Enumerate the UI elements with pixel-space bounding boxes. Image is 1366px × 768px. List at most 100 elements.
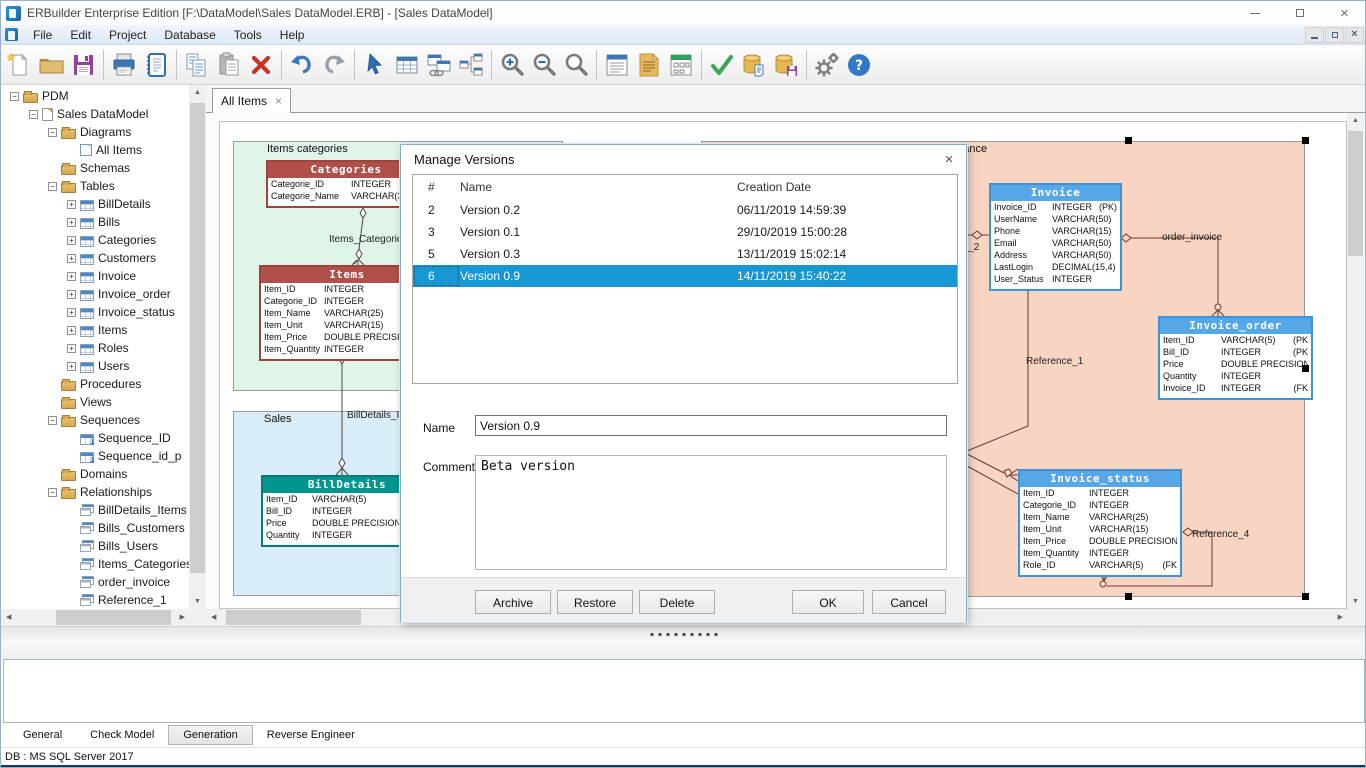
tree-item-billdetails-items[interactable]: BillDetails_Items (1, 501, 189, 519)
restore-button[interactable]: Restore (557, 590, 633, 614)
expand-icon[interactable]: + (67, 236, 76, 245)
add-table-button[interactable] (391, 48, 423, 82)
scroll-right-icon[interactable]: ▶ (180, 614, 185, 621)
tree-item-schemas[interactable]: Schemas (1, 159, 189, 177)
resize-handle[interactable] (1302, 365, 1309, 372)
save-model-button[interactable] (67, 48, 99, 82)
relationship-label-reference-4[interactable]: Reference_4 (1192, 529, 1249, 540)
tree-item-procedures[interactable]: Procedures (1, 375, 189, 393)
tab-all-items[interactable]: All Items × (212, 88, 291, 113)
scroll-up-icon[interactable]: ▲ (194, 89, 201, 96)
tree-item-roles[interactable]: +Roles (1, 339, 189, 357)
paste-button[interactable] (213, 48, 245, 82)
print-preview-button[interactable] (140, 48, 172, 82)
version-row-version-0-9[interactable]: 6Version 0.914/11/2019 15:40:22 (413, 265, 957, 287)
resize-handle[interactable] (1302, 137, 1309, 144)
splitter-handle[interactable] (1, 626, 1366, 659)
menu-tools[interactable]: Tools (225, 25, 271, 44)
bottom-tab-check-model[interactable]: Check Model (76, 726, 168, 744)
collapse-icon[interactable]: − (48, 488, 57, 497)
collapse-icon[interactable]: − (48, 182, 57, 191)
archive-button[interactable]: Archive (475, 590, 551, 614)
expand-icon[interactable]: + (67, 254, 76, 263)
resize-handle[interactable] (1125, 593, 1132, 600)
expand-icon[interactable]: + (67, 290, 76, 299)
version-row-version-0-3[interactable]: 5Version 0.313/11/2019 15:02:14 (413, 243, 957, 265)
tree-item-domains[interactable]: Domains (1, 465, 189, 483)
tree-item-sequence-id[interactable]: Sequence_ID (1, 429, 189, 447)
zoom-in-button[interactable] (496, 48, 528, 82)
mdi-restore-icon[interactable] (1325, 27, 1344, 43)
entity-invoice-status[interactable]: Invoice_statusItem_IDINTEGERCategorie_ID… (1018, 469, 1182, 577)
model-report-button[interactable] (633, 48, 665, 82)
tree-item-tables[interactable]: −Tables (1, 177, 189, 195)
generate-script-button[interactable] (738, 48, 770, 82)
menu-database[interactable]: Database (155, 25, 224, 44)
menu-edit[interactable]: Edit (61, 25, 100, 44)
dialog-title-bar[interactable]: Manage Versions × (401, 145, 966, 174)
bottom-tab-general[interactable]: General (9, 726, 76, 744)
column-header-date[interactable]: Creation Date (737, 180, 957, 194)
version-row-version-0-1[interactable]: 3Version 0.129/10/2019 15:00:28 (413, 221, 957, 243)
collapse-icon[interactable]: − (10, 92, 19, 101)
expand-icon[interactable]: + (67, 218, 76, 227)
scroll-left-icon[interactable]: ◀ (6, 614, 11, 621)
column-header-name[interactable]: Name (460, 180, 737, 194)
relationship-label-order-invoice[interactable]: order_invoice (1162, 232, 1222, 243)
redo-button[interactable] (318, 48, 350, 82)
version-row-version-0-2[interactable]: 2Version 0.206/11/2019 14:59:39 (413, 199, 957, 221)
tree-horizontal-scrollbar[interactable]: ◀ ▶ (1, 609, 189, 626)
tree-item-sequences[interactable]: −Sequences (1, 411, 189, 429)
bottom-tab-reverse-engineer[interactable]: Reverse Engineer (253, 726, 369, 744)
tab-close-icon[interactable]: × (275, 95, 282, 107)
print-button[interactable] (108, 48, 140, 82)
pointer-button[interactable] (359, 48, 391, 82)
column-header-num[interactable]: # (413, 175, 460, 199)
tree-item-all-items[interactable]: All Items (1, 141, 189, 159)
menu-help[interactable]: Help (271, 25, 314, 44)
tree-item-bills-users[interactable]: Bills_Users (1, 537, 189, 555)
forms-button[interactable] (665, 48, 697, 82)
expand-icon[interactable]: + (67, 200, 76, 209)
version-comment-textarea[interactable]: Beta version (475, 455, 947, 570)
relationship-label-reference-1[interactable]: Reference_1 (1026, 356, 1083, 367)
auto-layout-button[interactable] (455, 48, 487, 82)
tree-item-pdm[interactable]: −PDM (1, 87, 189, 105)
tree-item-invoice[interactable]: +Invoice (1, 267, 189, 285)
menu-file[interactable]: File (24, 25, 61, 44)
resize-handle[interactable] (1302, 593, 1309, 600)
tree-item-reference-1[interactable]: Reference_1 (1, 591, 189, 609)
settings-button[interactable] (811, 48, 843, 82)
tree-item-users[interactable]: +Users (1, 357, 189, 375)
new-model-button[interactable] (3, 48, 35, 82)
tree-item-views[interactable]: Views (1, 393, 189, 411)
tree-item-customers[interactable]: +Customers (1, 249, 189, 267)
relationship-label-items-categories[interactable]: Items_Categories (329, 234, 407, 245)
collapse-icon[interactable]: − (48, 128, 57, 137)
dialog-close-icon[interactable]: × (932, 151, 966, 168)
close-icon[interactable]: × (1322, 1, 1366, 25)
expand-icon[interactable]: + (67, 344, 76, 353)
expand-icon[interactable]: + (67, 362, 76, 371)
version-name-input[interactable] (475, 415, 947, 436)
save-to-database-button[interactable] (770, 48, 802, 82)
cancel-button[interactable]: Cancel (872, 590, 946, 614)
scrollbar-thumb[interactable] (56, 610, 171, 625)
tree-item-items-categories[interactable]: Items_Categories (1, 555, 189, 573)
tree-item-bills-customers[interactable]: Bills_Customers (1, 519, 189, 537)
help-button[interactable]: ? (843, 48, 875, 82)
expand-icon[interactable]: + (67, 326, 76, 335)
check-model-button[interactable] (706, 48, 738, 82)
tree-item-order-invoice[interactable]: order_invoice (1, 573, 189, 591)
open-model-button[interactable] (35, 48, 67, 82)
tree-item-invoice-status[interactable]: +Invoice_status (1, 303, 189, 321)
expand-icon[interactable]: + (67, 308, 76, 317)
tree-item-sales-datamodel[interactable]: −Sales DataModel (1, 105, 189, 123)
ok-button[interactable]: OK (792, 590, 864, 614)
tree-item-billdetails[interactable]: +BillDetails (1, 195, 189, 213)
collapse-icon[interactable]: − (29, 110, 38, 119)
minimize-icon[interactable] (1232, 1, 1277, 25)
copy-button[interactable] (181, 48, 213, 82)
tree-item-sequence-id-p[interactable]: Sequence_id_p (1, 447, 189, 465)
model-outline-button[interactable] (601, 48, 633, 82)
